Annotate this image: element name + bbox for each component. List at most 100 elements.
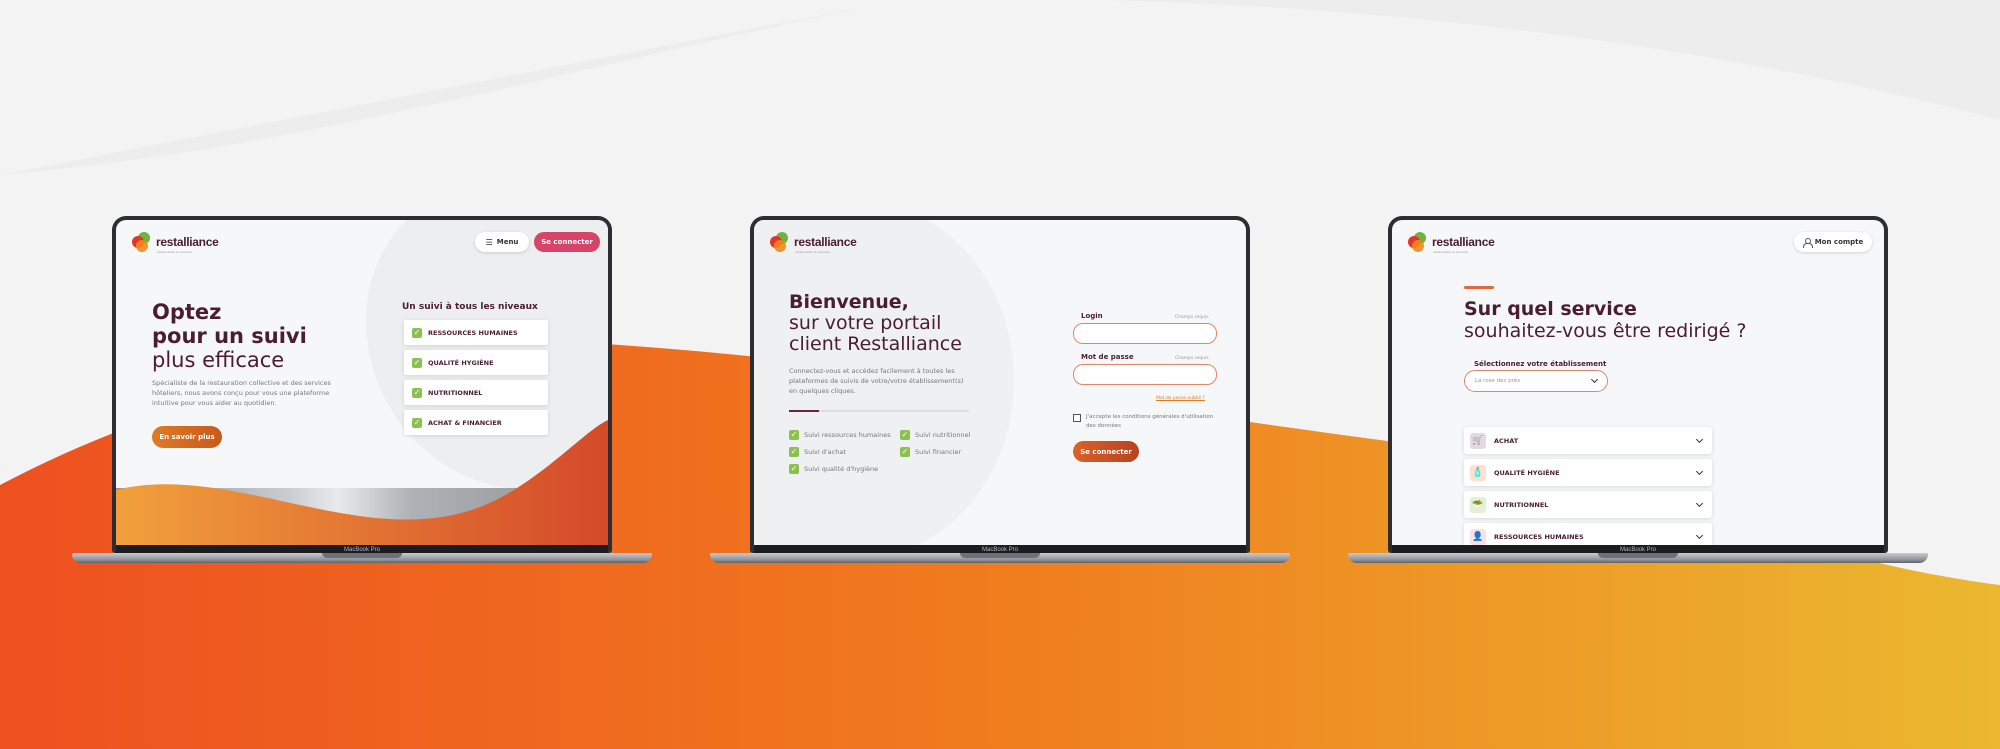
service-label: ACHAT [1494,436,1519,445]
check-icon: ✓ [412,417,422,428]
logo-mark-icon [132,232,152,252]
laptop-notch [960,553,1040,558]
service-headline: Sur quel service souhaitez-vous être red… [1464,298,1747,342]
level-label: NUTRITIONNEL [428,388,483,397]
hamburger-icon: ☰ [485,237,493,247]
cgu-label: J'accepte les conditions générales d'uti… [1086,414,1214,429]
submit-button[interactable]: Se connecter [1073,441,1139,462]
feature-label: Suivi financier [915,448,962,456]
headline-line-2: souhaitez-vous être redirigé ? [1464,320,1747,342]
chevron-down-icon[interactable] [1695,467,1704,475]
screen-home: restalliance restauration & services ☰ M… [116,220,608,545]
headline-line-2: sur votre portail [789,312,942,334]
establishment-label: Sélectionnez votre établissement [1474,360,1607,368]
feature-label: Suivi ressources humaines [804,431,891,439]
screen-login: restalliance restauration & services Bie… [754,220,1246,545]
logo-mark-icon [1408,232,1428,252]
logo-tagline: restauration & services [157,250,192,254]
level-card[interactable]: ✓ NUTRITIONNEL [404,380,548,405]
logo[interactable]: restalliance [1408,232,1495,252]
logo-text: restalliance [794,235,857,249]
laptop-lid: restalliance restauration & services ☰ M… [112,216,612,553]
logo-text: restalliance [156,235,219,249]
laptop-notch [1598,553,1678,558]
check-icon: ✓ [789,430,799,440]
service-row[interactable]: 🛒 ACHAT [1464,427,1712,454]
forgot-password-link[interactable]: Mot de passe oublié ? [1156,396,1205,401]
progress-divider [789,410,969,412]
chevron-down-icon[interactable] [1695,499,1704,507]
feature-label: Suivi qualité d'hygiène [804,465,879,473]
service-label: RESSOURCES HUMAINES [1494,532,1584,541]
level-label: RESSOURCES HUMAINES [428,328,518,337]
service-row[interactable]: 🧴 QUALITÉ HYGIÈNE [1464,459,1712,486]
service-label: NUTRITIONNEL [1494,500,1549,509]
headline-line-1: Sur quel service [1464,298,1637,320]
chevron-down-icon[interactable] [1695,435,1704,443]
feature-item: ✓ Suivi financier [900,447,961,457]
headline-line-3: client Restalliance [789,333,962,355]
check-icon: ✓ [900,430,910,440]
hero-description: Spécialiste de la restauration collectiv… [152,379,331,407]
account-button[interactable]: Mon compte [1794,232,1872,252]
learn-more-button[interactable]: En savoir plus [152,426,222,448]
laptop-login: restalliance restauration & services Bie… [710,216,1290,570]
laptop-notch [322,553,402,558]
person-icon: 👤 [1470,528,1486,545]
password-label: Mot de passe [1081,353,1134,361]
logo-text: restalliance [1432,235,1495,249]
service-label: QUALITÉ HYGIÈNE [1494,468,1560,477]
check-icon: ✓ [412,387,422,398]
level-card[interactable]: ✓ RESSOURCES HUMAINES [404,320,548,345]
welcome-description: Connectez-vous et accédez facilement à t… [789,367,964,395]
level-label: ACHAT & FINANCIER [428,418,502,427]
feature-item: ✓ Suivi nutritionnel [900,430,970,440]
feature-item: ✓ Suivi d'achat [789,447,846,457]
menu-button[interactable]: ☰ Menu [475,232,529,252]
food-icon: 🥗 [1470,496,1486,513]
establishment-select[interactable]: La rose des prés [1464,370,1608,392]
password-input[interactable] [1073,364,1217,385]
check-icon: ✓ [900,447,910,457]
screen-services: restalliance restauration & services Mon… [1392,220,1884,545]
feature-label: Suivi d'achat [804,448,846,456]
feature-item: ✓ Suivi ressources humaines [789,430,891,440]
bottle-icon: 🧴 [1470,464,1486,481]
required-note: Champs requis [1175,315,1209,320]
headline-line-1: Optez [152,300,222,324]
select-value: La rose des prés [1475,378,1521,384]
logo[interactable]: restalliance [770,232,857,252]
check-icon: ✓ [412,357,422,368]
login-input[interactable] [1073,323,1217,344]
logo-tagline: restauration & services [1433,250,1468,254]
service-row[interactable]: 🥗 NUTRITIONNEL [1464,491,1712,518]
login-button[interactable]: Se connecter [534,232,600,252]
login-label: Login [1081,312,1103,320]
logo-mark-icon [770,232,790,252]
user-icon [1802,237,1813,248]
welcome-headline: Bienvenue, sur votre portail client Rest… [789,292,962,355]
level-card[interactable]: ✓ QUALITÉ HYGIÈNE [404,350,548,375]
hero-headline: Optez pour un suivi plus efficace [152,300,307,372]
headline-line-3: plus efficace [152,348,285,372]
cart-icon: 🛒 [1470,432,1486,449]
feature-label: Suivi nutritionnel [915,431,971,439]
logo-tagline: restauration & services [795,250,830,254]
required-note: Champs requis [1175,356,1209,361]
laptop-services: restalliance restauration & services Mon… [1348,216,1928,570]
check-icon: ✓ [412,327,422,338]
feature-item: ✓ Suivi qualité d'hygiène [789,464,878,474]
cgu-checkbox[interactable] [1073,414,1081,422]
headline-line-2: pour un suivi [152,324,307,348]
menu-label: Menu [496,238,519,246]
check-icon: ✓ [789,464,799,474]
level-card[interactable]: ✓ ACHAT & FINANCIER [404,410,548,435]
logo[interactable]: restalliance [132,232,219,252]
chevron-down-icon[interactable] [1695,531,1704,539]
levels-title: Un suivi à tous les niveaux [402,302,538,312]
service-row[interactable]: 👤 RESSOURCES HUMAINES [1464,523,1712,545]
check-icon: ✓ [789,447,799,457]
laptop-lid: restalliance restauration & services Mon… [1388,216,1888,553]
laptop-home: restalliance restauration & services ☰ M… [72,216,652,570]
accent-line [1464,286,1494,289]
